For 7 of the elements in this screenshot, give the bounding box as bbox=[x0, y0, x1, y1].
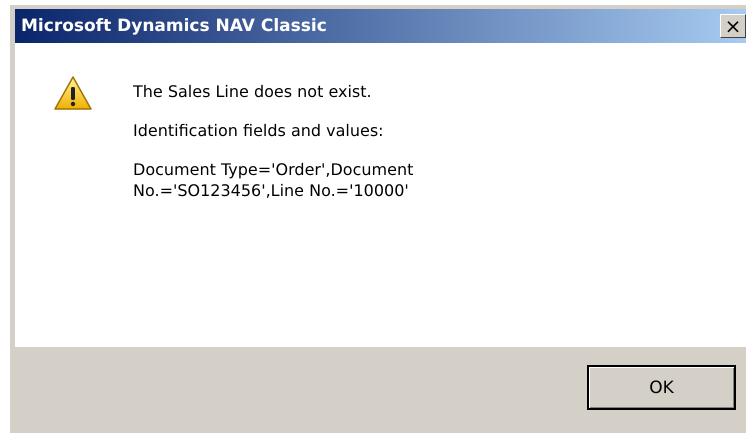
warning-icon bbox=[53, 75, 93, 111]
message-text: Document Type='Order',Document No.='SO123456',Line No.='10000' bbox=[133, 159, 414, 201]
message-text: The Sales Line does not exist. bbox=[133, 81, 373, 102]
window-title: Microsoft Dynamics NAV Classic bbox=[21, 16, 327, 36]
ok-button[interactable]: OK bbox=[587, 365, 736, 410]
close-button[interactable]: × bbox=[720, 14, 746, 38]
message-text: Identification fields and values: bbox=[133, 120, 385, 141]
